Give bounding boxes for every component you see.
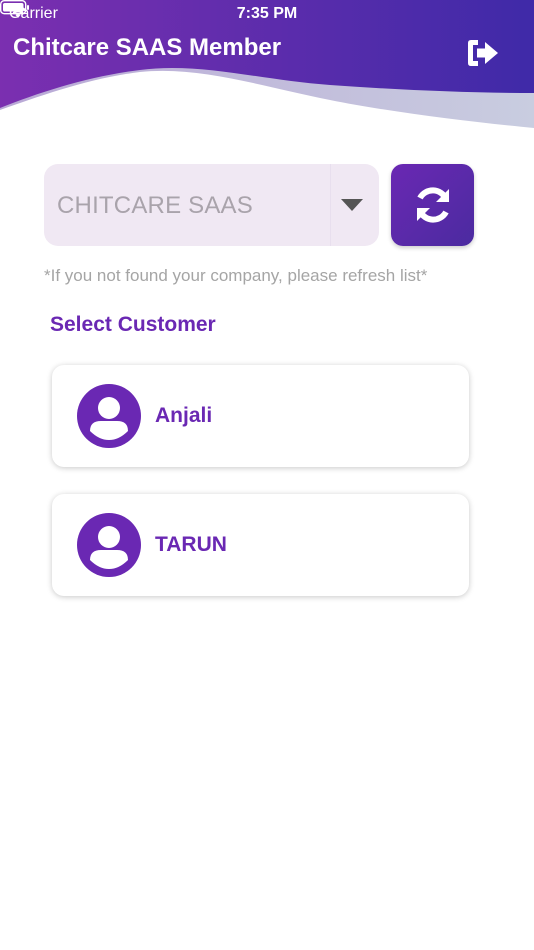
- logout-button[interactable]: [466, 38, 502, 68]
- company-select[interactable]: CHITCARE SAAS: [44, 164, 379, 246]
- caret-down-icon: [341, 199, 363, 211]
- avatar-icon: [77, 384, 141, 448]
- app-title: Chitcare SAAS Member: [13, 34, 282, 61]
- avatar-icon: [77, 513, 141, 577]
- status-time: 7:35 PM: [236, 5, 298, 22]
- battery-icon: [0, 0, 29, 15]
- logout-icon: [468, 40, 498, 66]
- company-select-value: CHITCARE SAAS: [57, 192, 253, 219]
- refresh-icon: [416, 187, 449, 223]
- status-bar: Carrier 7:35 PM: [0, 0, 534, 28]
- customer-name: TARUN: [155, 533, 227, 556]
- refresh-button[interactable]: [391, 164, 474, 246]
- customer-name: Anjali: [155, 404, 213, 427]
- customer-card[interactable]: TARUN: [52, 494, 469, 596]
- refresh-hint-text: *If you not found your company, please r…: [44, 266, 428, 285]
- app-header: Carrier 7:35 PM Chitcare SAAS Member: [0, 0, 534, 130]
- company-select-divider: [330, 164, 331, 246]
- section-title: Select Customer: [50, 313, 216, 336]
- customer-card[interactable]: Anjali: [52, 365, 469, 467]
